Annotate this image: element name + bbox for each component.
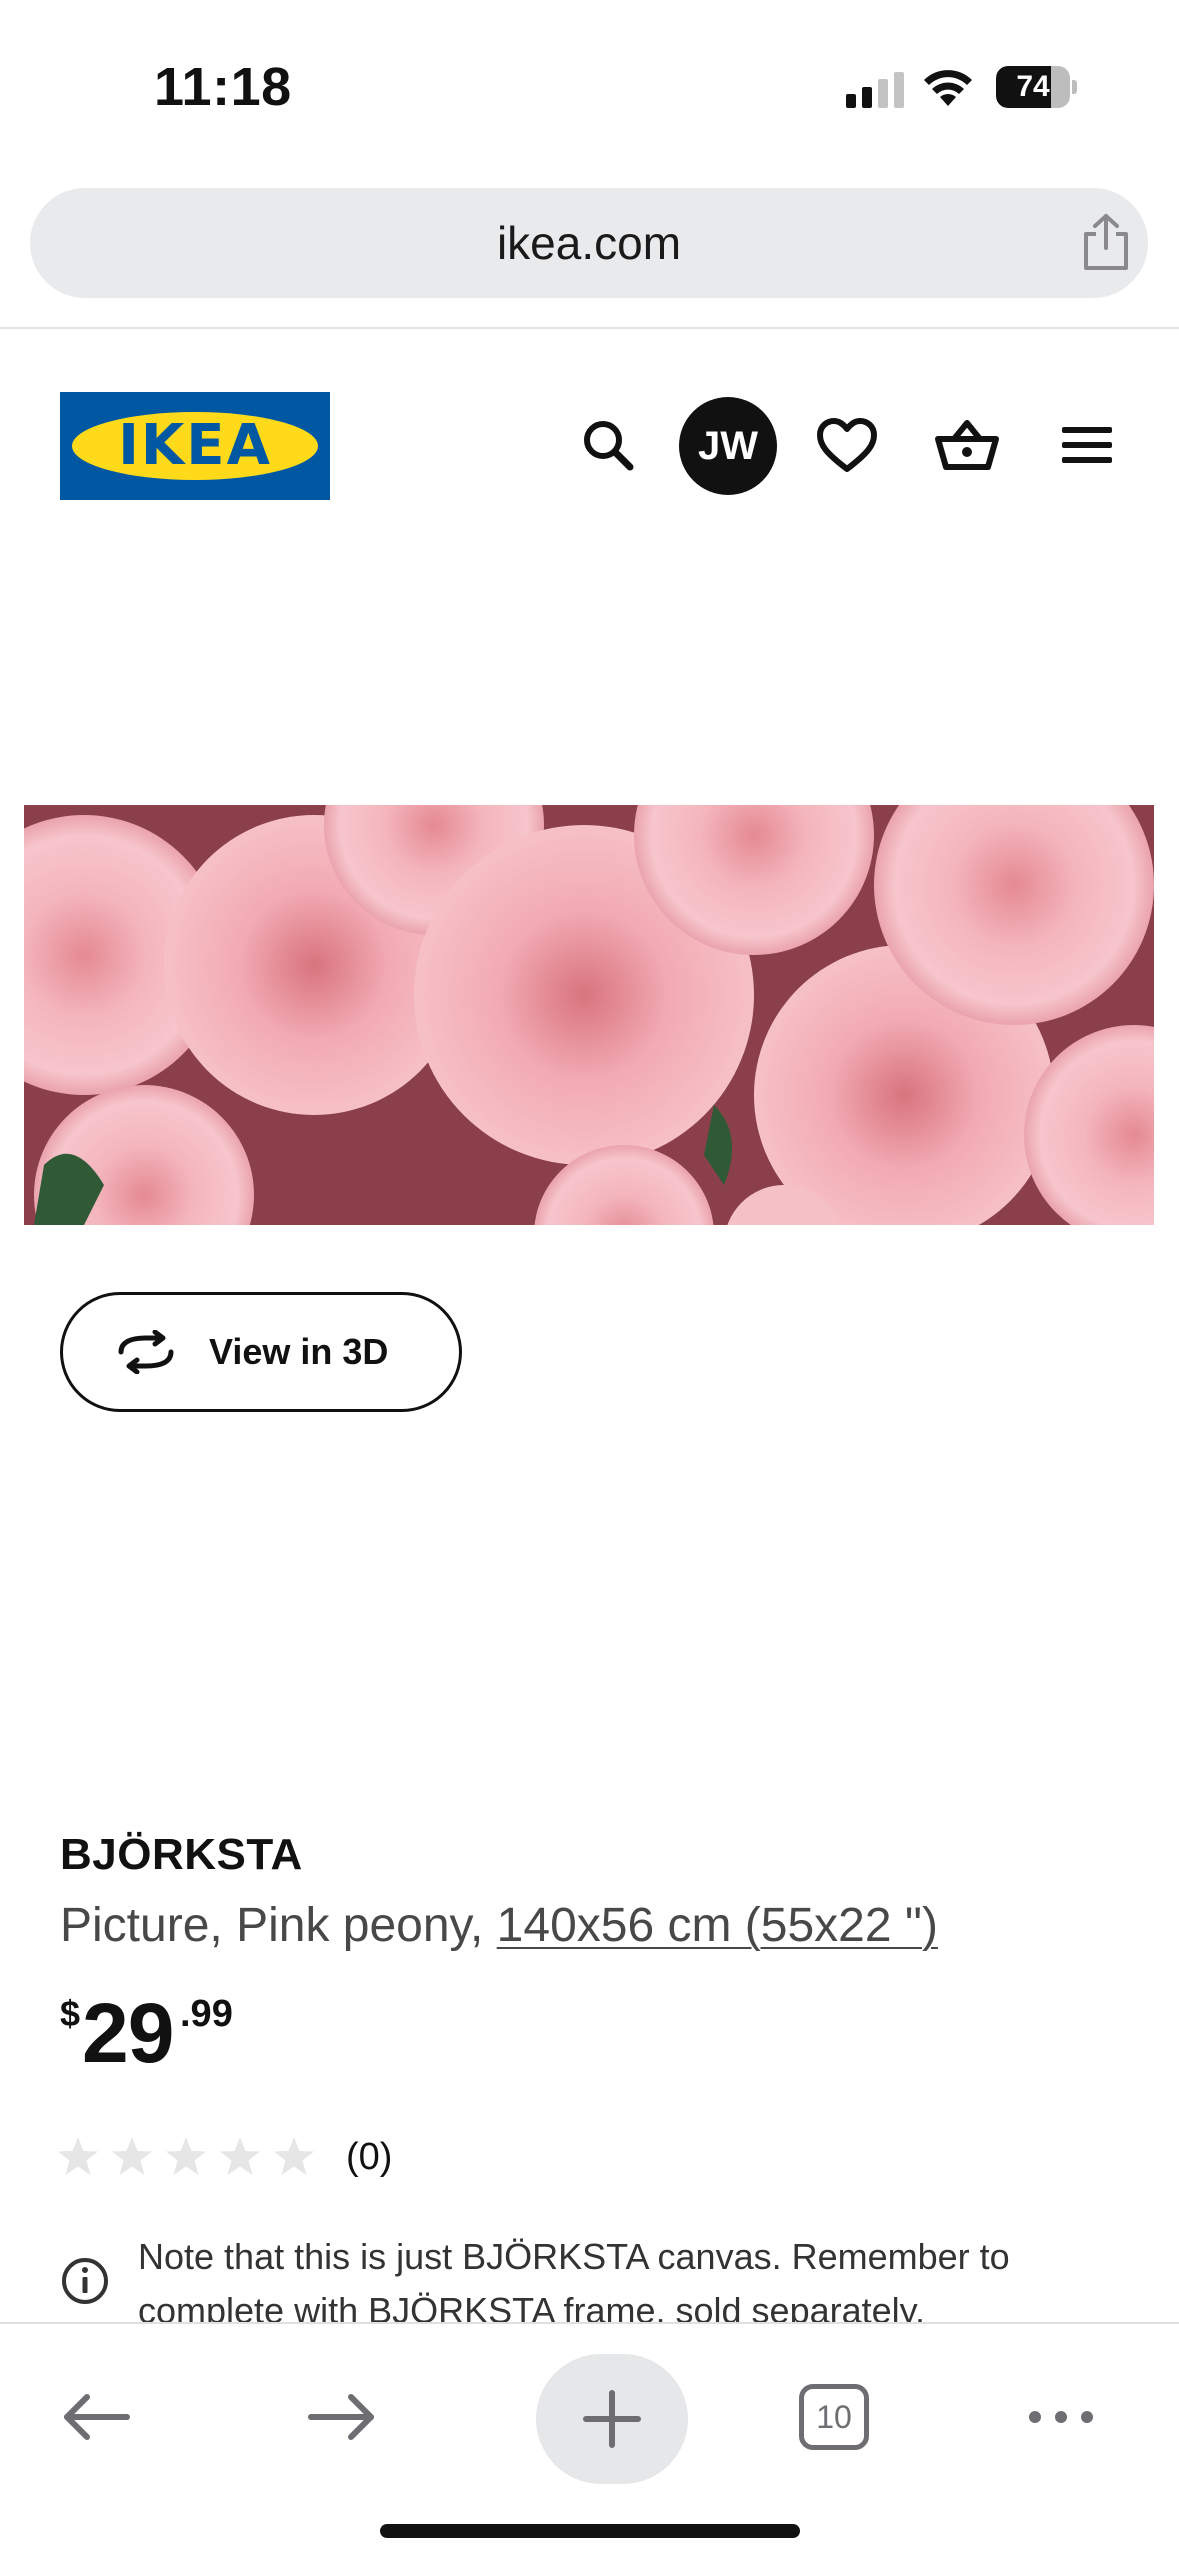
new-tab-button[interactable] (536, 2354, 688, 2484)
url-text[interactable]: ikea.com (30, 188, 1148, 298)
rotate-3d-icon (118, 1330, 174, 1374)
star-icon (220, 2137, 260, 2175)
product-image[interactable] (24, 805, 1154, 1225)
home-indicator (380, 2524, 800, 2538)
star-icon (274, 2137, 314, 2175)
shopping-basket-icon[interactable] (922, 400, 1012, 490)
price-decimal: .99 (180, 1993, 233, 2035)
product-type: Picture, Pink peony, (60, 1899, 497, 1952)
plus-icon (583, 2390, 641, 2448)
battery-level: 74 (1016, 70, 1050, 103)
product-name: BJÖRKSTA (60, 1830, 303, 1879)
product-note: Note that this is just BJÖRKSTA canvas. … (60, 2230, 1140, 2322)
forward-arrow-icon[interactable] (288, 2362, 398, 2472)
size-link[interactable]: 140x56 cm (55x22 ") (497, 1899, 938, 1952)
ikea-logo[interactable]: IKEA (60, 392, 330, 500)
avatar[interactable]: JW (679, 397, 777, 495)
note-text: Note that this is just BJÖRKSTA canvas. … (138, 2236, 1010, 2322)
address-bar[interactable]: ikea.com (30, 188, 1148, 298)
tabs-button[interactable]: 10 (779, 2362, 889, 2472)
share-icon[interactable] (1076, 212, 1136, 272)
price-integer: 29 (82, 1986, 174, 2080)
tabs-count: 10 (799, 2384, 869, 2450)
back-arrow-icon[interactable] (40, 2362, 150, 2472)
hamburger-menu-icon[interactable] (1042, 400, 1132, 490)
info-icon (62, 2258, 108, 2304)
price-currency: $ (60, 1993, 81, 2034)
browser-toolbar: 10 (0, 2322, 1179, 2556)
status-bar: 11:18 74 (0, 0, 1179, 170)
view-in-3d-label: View in 3D (209, 1331, 389, 1372)
cellular-signal-icon (846, 72, 904, 108)
toolbar-divider (0, 327, 1179, 329)
heart-icon[interactable] (802, 400, 892, 490)
star-icon (166, 2137, 206, 2175)
star-icon (112, 2137, 152, 2175)
status-time: 11:18 (154, 57, 292, 117)
search-icon[interactable] (563, 400, 653, 490)
view-in-3d-button[interactable]: View in 3D (60, 1292, 462, 1412)
more-icon[interactable] (1006, 2362, 1116, 2472)
star-icon (58, 2137, 98, 2175)
battery-icon: 74 (996, 66, 1077, 108)
logo-text: IKEA (118, 413, 272, 478)
rating-stars[interactable]: (0) (56, 2132, 392, 2182)
rating-count: (0) (346, 2135, 393, 2178)
wifi-icon (924, 70, 972, 106)
product-description: Picture, Pink peony, 140x56 cm (55x22 ") (60, 1898, 938, 1953)
